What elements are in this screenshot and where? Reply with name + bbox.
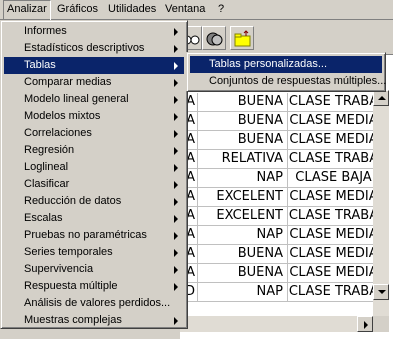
submenu-arrow-icon	[174, 249, 178, 257]
table-row[interactable]: A EXCELENT CLASE TRABA	[180, 207, 380, 226]
submenu-arrow-icon	[174, 317, 178, 325]
scroll-down-button[interactable]	[373, 284, 389, 300]
menu-item-pruebas-no-parametricas[interactable]: Pruebas no paramétricas	[4, 227, 184, 244]
table-cell[interactable]: CLASE BAJA	[288, 169, 380, 187]
menu-item-regresion[interactable]: Regresión	[4, 142, 184, 159]
submenu-arrow-icon	[174, 164, 178, 172]
table-cell[interactable]: BUENA	[198, 264, 288, 282]
submenu-arrow-icon	[174, 181, 178, 189]
table-cell[interactable]: CLASE MEDIA	[288, 226, 380, 244]
scroll-up-button[interactable]	[373, 90, 389, 106]
table-cell[interactable]: EXCELENT	[198, 188, 288, 206]
table-cell[interactable]: NAP	[198, 226, 288, 244]
table-cell[interactable]: NAP	[198, 169, 288, 187]
menu-analizar[interactable]: Analizar	[3, 0, 51, 21]
folder-icon	[234, 30, 251, 47]
table-cell[interactable]: CLASE MEDIA	[288, 264, 380, 282]
arrow-up-icon	[378, 96, 386, 100]
menu-item-tablas[interactable]: Tablas	[4, 57, 184, 74]
table-row[interactable]: A NAP CLASE BAJA	[180, 169, 380, 188]
submenu-arrow-icon	[174, 62, 178, 70]
vertical-scrollbar[interactable]	[373, 90, 389, 316]
menu-item-conjuntos-respuestas[interactable]: Conjuntos de respuestas múltiples...	[190, 73, 386, 90]
table-cell[interactable]: CLASE TRABA	[288, 93, 380, 111]
table-row[interactable]: A BUENA CLASE MEDIA	[180, 264, 380, 283]
menu-item-modelos-mixtos[interactable]: Modelos mixtos	[4, 108, 184, 125]
table-row[interactable]: D NAP CLASE TRABA	[180, 283, 380, 302]
submenu-arrow-icon	[174, 266, 178, 274]
menu-item-reduccion-datos[interactable]: Reducción de datos	[4, 193, 184, 210]
menu-utilidades[interactable]: Utilidades	[105, 0, 159, 19]
tables-submenu: Tablas personalizadas... Conjuntos de re…	[186, 52, 386, 92]
table-row[interactable]: A NAP CLASE MEDIA	[180, 226, 380, 245]
table-cell[interactable]: RELATIVA	[198, 150, 288, 168]
menu-ventana[interactable]: Ventana	[162, 0, 208, 19]
menu-item-escalas[interactable]: Escalas	[4, 210, 184, 227]
menu-item-supervivencia[interactable]: Supervivencia	[4, 261, 184, 278]
menu-item-muestras-complejas[interactable]: Muestras complejas	[4, 312, 184, 329]
table-cell[interactable]: BUENA	[198, 245, 288, 263]
table-cell[interactable]: NAP	[198, 283, 288, 301]
table-cell[interactable]: CLASE MEDIA	[288, 131, 380, 149]
submenu-arrow-icon	[174, 283, 178, 291]
menu-item-tablas-personalizadas[interactable]: Tablas personalizadas...	[190, 56, 382, 73]
menu-help[interactable]: ?	[215, 0, 227, 19]
table-row[interactable]: A RELATIVA CLASE TRABA	[180, 150, 380, 169]
menu-item-estadisticos[interactable]: Estadísticos descriptivos	[4, 40, 184, 57]
table-cell[interactable]: CLASE TRABA	[288, 283, 380, 301]
menu-item-series-temporales[interactable]: Series temporales	[4, 244, 184, 261]
data-grid[interactable]: A BUENA CLASE TRABA A BUENA CLASE MEDIA …	[180, 55, 393, 339]
table-cell[interactable]: EXCELENT	[198, 207, 288, 225]
analyze-menu: Informes Estadísticos descriptivos Tabla…	[0, 20, 188, 329]
table-cell[interactable]: CLASE TRABA	[288, 207, 380, 225]
table-cell[interactable]: CLASE TRABA	[288, 150, 380, 168]
scale-icon	[206, 32, 223, 46]
submenu-arrow-icon	[174, 79, 178, 87]
table-row[interactable]: A BUENA CLASE MEDIA	[180, 131, 380, 150]
menu-item-correlaciones[interactable]: Correlaciones	[4, 125, 184, 142]
table-cell[interactable]: BUENA	[198, 93, 288, 111]
arrow-down-icon	[378, 290, 386, 294]
submenu-arrow-icon	[174, 198, 178, 206]
menu-bar: Analizar Gráficos Utilidades Ventana ?	[0, 0, 393, 21]
table-row[interactable]: A BUENA CLASE MEDIA	[180, 112, 380, 131]
table-cell[interactable]: BUENA	[198, 131, 288, 149]
arrow-right-icon	[364, 321, 368, 329]
table-cell[interactable]: BUENA	[198, 112, 288, 130]
horizontal-scrollbar[interactable]	[180, 316, 373, 332]
menu-item-loglineal[interactable]: Loglineal	[4, 159, 184, 176]
table-row[interactable]: A EXCELENT CLASE MEDIA	[180, 188, 380, 207]
submenu-arrow-icon	[174, 113, 178, 121]
menu-item-valores-perdidos[interactable]: Análisis de valores perdidos...	[4, 295, 184, 312]
menu-item-informes[interactable]: Informes	[4, 23, 184, 40]
submenu-arrow-icon	[174, 130, 178, 138]
scroll-right-button[interactable]	[357, 316, 373, 332]
size-grip	[373, 316, 389, 332]
toolbar-button-3[interactable]	[230, 26, 254, 50]
table-cell[interactable]: CLASE MEDIA	[288, 112, 380, 130]
toolbar-button-2[interactable]	[202, 26, 226, 50]
menu-item-comparar-medias[interactable]: Comparar medias	[4, 74, 184, 91]
menu-graficos[interactable]: Gráficos	[54, 0, 101, 19]
submenu-arrow-icon	[174, 232, 178, 240]
submenu-arrow-icon	[174, 28, 178, 36]
submenu-arrow-icon	[174, 96, 178, 104]
submenu-arrow-icon	[174, 147, 178, 155]
table-row[interactable]: A BUENA CLASE MEDIA	[180, 245, 380, 264]
submenu-arrow-icon	[174, 215, 178, 223]
table-cell[interactable]: CLASE MEDIA	[288, 245, 380, 263]
menu-item-respuesta-multiple[interactable]: Respuesta múltiple	[4, 278, 184, 295]
table-cell[interactable]: CLASE MEDIA	[288, 188, 380, 206]
menu-item-modelo-lineal[interactable]: Modelo lineal general	[4, 91, 184, 108]
submenu-arrow-icon	[174, 45, 178, 53]
table-row[interactable]: A BUENA CLASE TRABA	[180, 93, 380, 112]
menu-item-clasificar[interactable]: Clasificar	[4, 176, 184, 193]
